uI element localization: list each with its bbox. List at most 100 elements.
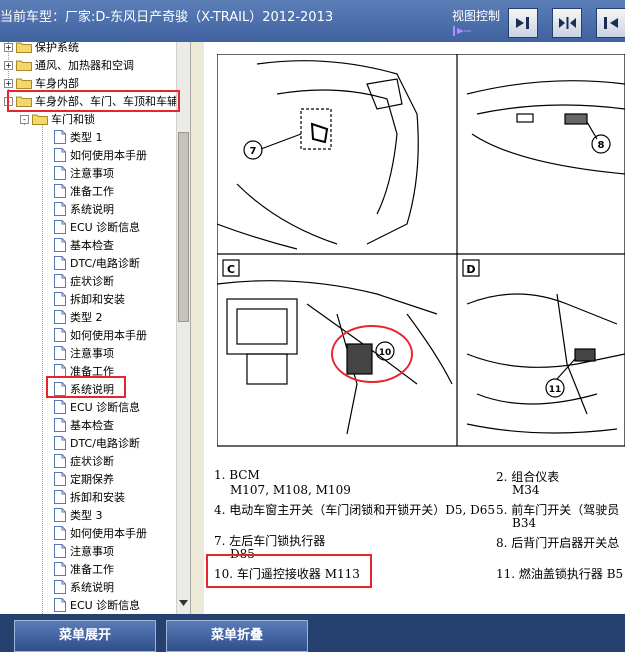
part-8: 8. 后背门开启器开关总: [496, 536, 620, 550]
tree-item-label: 车门和锁: [51, 113, 95, 126]
tree-item-label: 类型 2: [70, 311, 103, 324]
expand-plus-icon[interactable]: +: [4, 78, 13, 88]
tree-item[interactable]: DTC/电路诊断: [54, 434, 140, 452]
document-page-icon: [54, 274, 66, 288]
folder-icon: [16, 42, 32, 53]
document-page-icon: [54, 238, 66, 252]
view-control-icon: [453, 26, 471, 36]
tree-item-label: 车身内部: [35, 77, 79, 90]
tree-item[interactable]: + 通风、加热器和空调: [4, 56, 134, 74]
tree-item[interactable]: 定期保养: [54, 470, 114, 488]
tree-item-label: 类型 3: [70, 509, 103, 522]
tree-item-label: 基本检查: [70, 239, 114, 252]
tree-item-label: 系统说明: [70, 203, 114, 216]
highlight-tree-body-exterior: [7, 90, 180, 112]
current-model-title: 当前车型：厂家:D-东风日产奇骏（X-TRAIL）2012-2013: [0, 10, 334, 25]
document-page-icon: [54, 166, 66, 180]
document-page-icon: [54, 400, 66, 414]
tree-item[interactable]: 症状诊断: [54, 272, 114, 290]
tree-item-label: 注意事项: [70, 347, 114, 360]
tree-item-label: 如何使用本手册: [70, 527, 147, 540]
tree-item[interactable]: 拆卸和安装: [54, 290, 125, 308]
tree-item[interactable]: 注意事项: [54, 542, 114, 560]
tree-item[interactable]: - 车门和锁: [20, 110, 95, 128]
tree-item[interactable]: 准备工作: [54, 182, 114, 200]
menu-expand-button[interactable]: 菜单展开: [14, 620, 156, 652]
menu-tree: + 保护系统 + 通风、加热器和空调 + 车身内部 - 车身外部、车门、车顶和车辅 - 车门和锁类…: [0, 42, 190, 614]
tree-item[interactable]: 如何使用本手册: [54, 524, 147, 542]
document-page-icon: [54, 310, 66, 324]
document-page-icon: [54, 418, 66, 432]
document-page-icon: [54, 220, 66, 234]
part-11: 11. 燃油盖锁执行器 B5: [496, 567, 624, 581]
highlight-part-10: [206, 554, 372, 588]
tree-item-label: 拆卸和安装: [70, 293, 125, 306]
tree-item[interactable]: ECU 诊断信息: [54, 596, 140, 614]
tree-item[interactable]: DTC/电路诊断: [54, 254, 140, 272]
document-page-icon: [54, 202, 66, 216]
highlight-tree-system-description: [46, 376, 126, 398]
menu-collapse-button[interactable]: 菜单折叠: [166, 620, 308, 652]
document-view: C D 7 8 10 11 1. BCM M107, M108, M109 2.…: [204, 42, 625, 614]
document-page-icon: [54, 130, 66, 144]
tree-item-label: 症状诊断: [70, 275, 114, 288]
tree-item-label: ECU 诊断信息: [70, 599, 141, 612]
part-1: 1. BCM: [214, 468, 260, 482]
tree-item[interactable]: 准备工作: [54, 560, 114, 578]
document-page-icon: [54, 148, 66, 162]
tree-item-label: 类型 1: [70, 131, 103, 144]
split-arrows-icon: [559, 17, 576, 29]
pane-splitter[interactable]: [190, 42, 204, 614]
tree-line: [42, 124, 43, 614]
arrow-right-bar-icon: [516, 17, 529, 29]
tree-item[interactable]: 如何使用本手册: [54, 146, 147, 164]
tree-item-label: 拆卸和安装: [70, 491, 125, 504]
split-view-button[interactable]: [552, 8, 582, 38]
tree-item[interactable]: 拆卸和安装: [54, 488, 125, 506]
tree-item[interactable]: ECU 诊断信息: [54, 218, 140, 236]
document-page-icon: [54, 256, 66, 270]
tree-item[interactable]: 基本检查: [54, 416, 114, 434]
tree-item-label: 系统说明: [70, 581, 114, 594]
tree-item[interactable]: 系统说明: [54, 200, 114, 218]
scroll-down-arrow-icon[interactable]: [179, 600, 188, 606]
expand-right-button[interactable]: [508, 8, 538, 38]
expand-plus-icon[interactable]: +: [4, 42, 13, 52]
panel-c-label: C: [227, 263, 235, 276]
collapse-minus-icon[interactable]: -: [20, 114, 29, 124]
tree-item[interactable]: + 保护系统: [4, 42, 79, 56]
tree-item[interactable]: 症状诊断: [54, 452, 114, 470]
tree-item-label: 保护系统: [35, 42, 79, 54]
expand-plus-icon[interactable]: +: [4, 60, 13, 70]
tree-item[interactable]: 类型 1: [54, 128, 103, 146]
document-page-icon: [54, 292, 66, 306]
tree-scrollbar[interactable]: [176, 42, 190, 614]
folder-icon: [16, 60, 32, 71]
tree-item-label: 症状诊断: [70, 455, 114, 468]
tree-item[interactable]: 类型 2: [54, 308, 103, 326]
tree-scrollbar-thumb[interactable]: [178, 132, 189, 322]
document-page-icon: [54, 454, 66, 468]
tree-item-label: 如何使用本手册: [70, 149, 147, 162]
document-page-icon: [54, 598, 66, 612]
view-control-label: 视图控制: [452, 9, 501, 23]
document-page-icon: [54, 526, 66, 540]
tree-item[interactable]: 基本检查: [54, 236, 114, 254]
tree-item[interactable]: 如何使用本手册: [54, 326, 147, 344]
tree-item[interactable]: 系统说明: [54, 578, 114, 596]
expand-left-button[interactable]: [596, 8, 625, 38]
callout-10: 10: [379, 348, 392, 358]
panel-d-label: D: [466, 263, 475, 276]
bar-arrow-left-icon: [604, 17, 618, 29]
tree-item[interactable]: ECU 诊断信息: [54, 398, 140, 416]
tree-item-label: 通风、加热器和空调: [35, 59, 134, 72]
part-5-connectors: B34: [512, 516, 537, 530]
tree-item-label: 注意事项: [70, 167, 114, 180]
tree-item[interactable]: 注意事项: [54, 164, 114, 182]
title-bar: 当前车型：厂家:D-东风日产奇骏（X-TRAIL）2012-2013 视图控制: [0, 0, 625, 42]
tree-item[interactable]: 注意事项: [54, 344, 114, 362]
tree-item[interactable]: 类型 3: [54, 506, 103, 524]
part-1-connectors: M107, M108, M109: [230, 483, 351, 497]
document-page-icon: [54, 508, 66, 522]
tree-item-label: 定期保养: [70, 473, 114, 486]
